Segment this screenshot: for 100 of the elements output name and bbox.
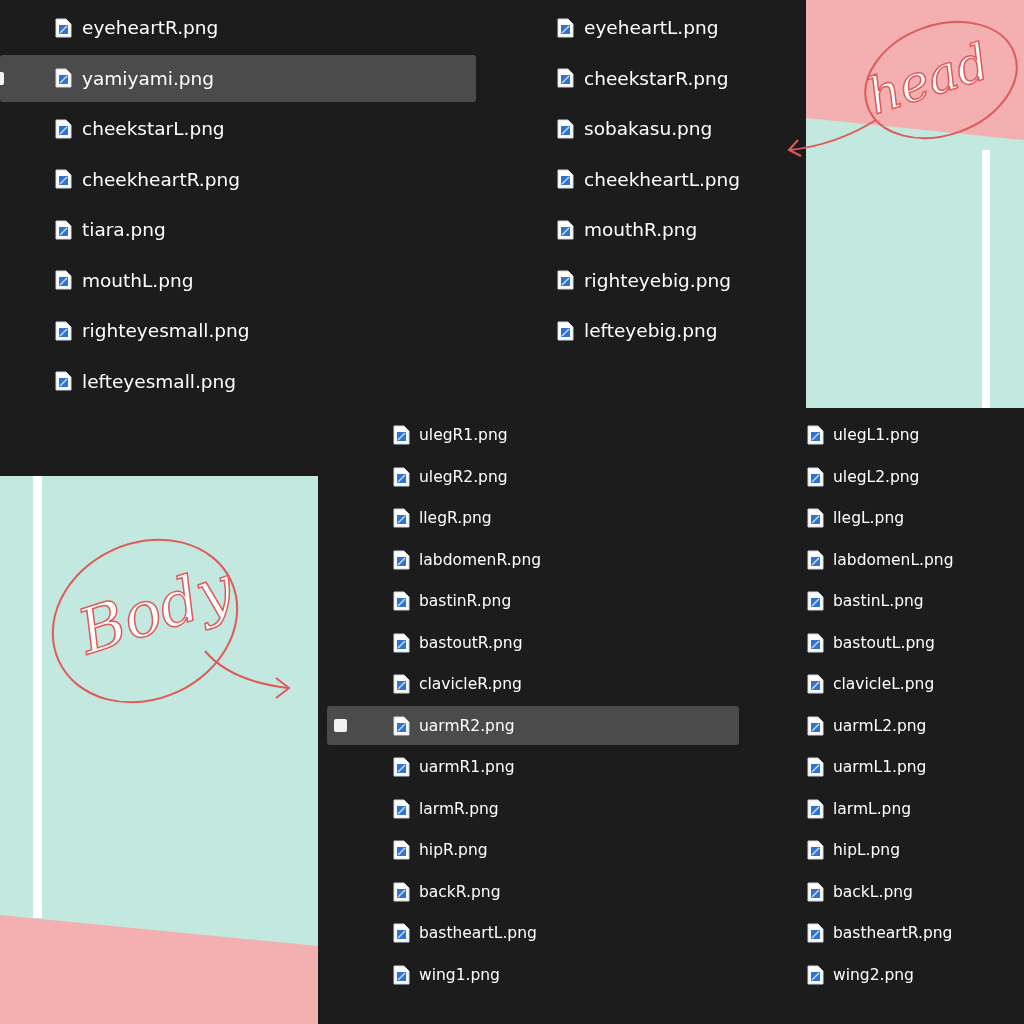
file-name: tiara.png xyxy=(82,219,166,240)
file-name: eyeheartL.png xyxy=(584,17,719,38)
file-name: larmL.png xyxy=(833,799,912,818)
image-file-icon xyxy=(393,881,410,902)
file-name: righteyebig.png xyxy=(584,269,731,291)
file-item[interactable]: larmL.png xyxy=(739,789,1024,828)
image-file-icon xyxy=(393,798,410,819)
file-name: yamiyami.png xyxy=(82,67,214,89)
image-file-icon xyxy=(807,466,824,487)
file-name: mouthL.png xyxy=(82,269,194,291)
image-file-icon xyxy=(55,270,72,290)
file-name: bastinL.png xyxy=(833,592,924,610)
file-name: bastinR.png xyxy=(419,592,512,610)
image-file-icon xyxy=(393,840,410,860)
file-name: lefteyesmall.png xyxy=(82,370,237,392)
file-item[interactable]: lefteyesmall.png xyxy=(0,357,476,405)
file-item[interactable]: righteyesmall.png xyxy=(0,307,476,354)
file-name: backL.png xyxy=(833,882,913,901)
image-file-icon xyxy=(393,591,410,611)
file-item[interactable]: backR.png xyxy=(327,872,739,911)
file-item[interactable]: ulegL1.png xyxy=(739,415,1024,455)
image-file-icon xyxy=(557,169,574,189)
file-item[interactable]: clavicleL.png xyxy=(739,664,1024,704)
file-item[interactable]: clavicleR.png xyxy=(327,664,739,704)
file-item[interactable]: eyeheartL.png xyxy=(476,4,806,51)
file-name: hipL.png xyxy=(833,841,901,859)
image-file-icon xyxy=(807,674,824,694)
file-name: cheekheartR.png xyxy=(82,168,240,190)
file-item[interactable]: llegL.png xyxy=(739,498,1024,538)
file-item[interactable]: backL.png xyxy=(739,872,1024,911)
file-item[interactable]: hipR.png xyxy=(327,830,739,870)
file-item[interactable]: mouthL.png xyxy=(0,256,476,304)
file-item[interactable]: hipL.png xyxy=(739,830,1024,870)
file-item[interactable]: bastoutR.png xyxy=(327,623,739,662)
file-item[interactable]: wing1.png xyxy=(327,955,739,994)
image-file-icon xyxy=(55,68,72,88)
file-item[interactable]: labdomenR.png xyxy=(327,540,739,579)
file-name: hipR.png xyxy=(419,841,488,859)
file-name: cheekstarR.png xyxy=(584,67,729,89)
image-file-icon xyxy=(807,881,824,902)
file-name: mouthR.png xyxy=(584,219,698,240)
file-item[interactable]: ulegR1.png xyxy=(327,415,739,455)
file-name: uarmL1.png xyxy=(833,758,927,776)
image-file-icon xyxy=(55,371,72,391)
file-item[interactable]: llegR.png xyxy=(327,498,739,538)
file-item[interactable]: cheekstarL.png xyxy=(0,105,476,152)
file-name: uarmR2.png xyxy=(419,716,515,735)
image-file-icon xyxy=(55,118,72,139)
file-item[interactable]: yamiyami.png xyxy=(0,54,476,102)
file-item[interactable]: sobakasu.png xyxy=(476,105,806,152)
file-item[interactable]: wing2.png xyxy=(739,955,1024,994)
file-item[interactable]: bastinR.png xyxy=(327,581,739,621)
image-file-icon xyxy=(393,964,410,985)
file-item[interactable]: cheekheartL.png xyxy=(476,155,806,203)
file-item[interactable]: cheekstarR.png xyxy=(476,54,806,102)
file-name: lefteyebig.png xyxy=(584,320,718,341)
file-name: wing1.png xyxy=(419,965,500,984)
file-name: bastoutR.png xyxy=(419,633,523,652)
file-name: sobakasu.png xyxy=(584,118,713,139)
image-file-icon xyxy=(807,549,824,570)
file-item[interactable]: uarmL2.png xyxy=(739,706,1024,745)
file-item[interactable]: lefteyebig.png xyxy=(476,307,806,354)
image-file-icon xyxy=(807,964,824,985)
file-item[interactable]: ulegL2.png xyxy=(739,457,1024,496)
file-name: llegL.png xyxy=(833,509,905,527)
file-item[interactable]: ulegR2.png xyxy=(327,457,739,496)
checkbox[interactable] xyxy=(334,719,347,732)
file-name: cheekheartL.png xyxy=(584,168,741,190)
image-file-icon xyxy=(557,270,574,290)
image-file-icon xyxy=(557,68,574,88)
image-file-icon xyxy=(393,425,410,445)
file-item[interactable]: tiara.png xyxy=(0,206,476,253)
file-item[interactable]: bastheartL.png xyxy=(327,913,739,953)
file-item[interactable]: mouthR.png xyxy=(476,206,806,253)
file-item[interactable]: uarmR1.png xyxy=(327,747,739,787)
image-file-icon xyxy=(393,715,410,736)
file-item[interactable]: eyeheartR.png xyxy=(0,4,476,51)
file-item[interactable]: uarmL1.png xyxy=(739,747,1024,787)
file-item[interactable]: larmR.png xyxy=(327,789,739,828)
image-file-icon xyxy=(807,591,824,611)
file-item[interactable]: bastinL.png xyxy=(739,581,1024,621)
file-name: llegR.png xyxy=(419,509,492,527)
image-file-icon xyxy=(807,508,824,528)
file-item[interactable]: bastoutL.png xyxy=(739,623,1024,662)
file-name: cheekstarL.png xyxy=(82,118,225,139)
image-file-icon xyxy=(807,798,824,819)
image-file-icon xyxy=(557,17,574,38)
file-item[interactable]: uarmR2.png xyxy=(327,706,739,745)
file-name: ulegR1.png xyxy=(419,426,508,444)
file-name: ulegL2.png xyxy=(833,467,920,486)
file-name: wing2.png xyxy=(833,965,914,984)
image-file-icon xyxy=(393,632,410,653)
image-file-icon xyxy=(55,320,72,341)
image-file-icon xyxy=(557,118,574,139)
file-name: clavicleL.png xyxy=(833,675,935,693)
file-item[interactable]: bastheartR.png xyxy=(739,913,1024,953)
file-item[interactable]: cheekheartR.png xyxy=(0,155,476,203)
file-item[interactable]: righteyebig.png xyxy=(476,256,806,304)
image-file-icon xyxy=(393,923,410,943)
file-item[interactable]: labdomenL.png xyxy=(739,540,1024,579)
